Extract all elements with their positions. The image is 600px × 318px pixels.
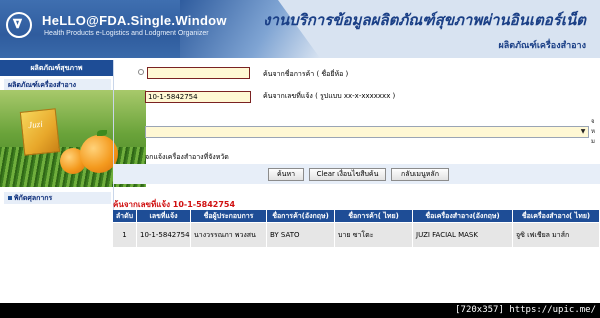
column-header: ชื่อการค้า(อังกฤษ) (267, 210, 335, 222)
search-button[interactable]: ค้นหา (268, 168, 304, 181)
results-table-header: ลำดับ เลขที่แจ้ง ชื่อผู้ประกอบการ ชื่อกา… (113, 210, 599, 222)
sidebar-item-label: ผลิตภัณฑ์เครื่องสำอาง (8, 81, 77, 89)
page-header: 𝛁 HeLLO@FDA.Single.Window Health Product… (0, 0, 600, 58)
fda-logo-mark: 𝛁 (13, 17, 22, 31)
product-box-image: Juzi (19, 108, 61, 156)
row-cosmetic-name-en: JUZI FACIAL MASK (413, 223, 513, 247)
column-header: ชื่อการค้า( ไทย) (335, 210, 413, 222)
page-subtitle: ผลิตภัณฑ์เครื่องสำอาง (498, 40, 586, 50)
column-header: ชื่อเครื่องสำอาง( ไทย) (521, 212, 591, 220)
row-notify-number[interactable]: 10-1-5842754 (137, 223, 191, 247)
trade-name-hint: ค้นจากชื่อการค้า ( ชื่อยี่ห้อ ) (263, 70, 349, 78)
column-header: ลำดับ (113, 210, 137, 222)
right-edge-letter: จ (591, 118, 595, 125)
notify-number-hint: ค้นจากเลขที่แจ้ง ( รูปแบบ xx-x-xxxxxxx ) (263, 92, 396, 100)
row-index: 1 (113, 223, 137, 247)
brand-subtitle: Health Products e-Logistics and Lodgment… (44, 30, 209, 37)
sidebar-divider (113, 60, 114, 210)
brand-title: HeLLO@FDA.Single.Window (42, 13, 227, 28)
main-menu-button[interactable]: กลับเมนูหลัก (391, 168, 449, 181)
trade-name-input[interactable] (147, 67, 250, 79)
footer-watermark: [720x357] https://upic.me/ (455, 305, 596, 315)
clear-conditions-button[interactable]: Clear เงื่อนไขสืบค้น (309, 168, 386, 181)
trade-name-radio[interactable] (138, 69, 144, 75)
column-header: ชื่อผู้ประกอบการ (191, 210, 267, 222)
column-header: เลขที่แจ้ง (137, 210, 191, 222)
chevron-down-icon[interactable]: ▼ (579, 128, 587, 136)
notify-number-input[interactable]: 10-1-5842754 (145, 91, 251, 103)
row-trade-name-th: บาย ซาโตะ (335, 223, 413, 247)
bullet-icon (8, 196, 12, 200)
row-operator: นางวรรณภา พวงสน (191, 223, 267, 247)
sidebar-item-label: พิกัดศุลกากร (14, 194, 53, 202)
leaf-image (97, 130, 107, 136)
column-header: ชื่อเครื่องสำอาง(อังกฤษ) (413, 210, 513, 222)
category-hint: จกแจ้งเครื่องสำอางที่จังหวัด (145, 153, 229, 161)
page-title: งานบริการข้อมูลผลิตภัณฑ์สุขภาพผ่านอินเตอ… (263, 13, 586, 29)
table-row[interactable]: 1 10-1-5842754 นางวรรณภา พวงสน BY SATO บ… (113, 223, 599, 247)
product-box-brand: Juzi (27, 118, 44, 131)
row-trade-name-en: BY SATO (267, 223, 335, 247)
row-cosmetic-name-th: จูซิ เฟเชียล มาส์ก (516, 230, 570, 239)
right-edge-letter: ห (591, 128, 595, 135)
sidebar-heading: ผลิตภัณฑ์สุขภาพ (0, 60, 113, 76)
sidebar-item-customs-tariff[interactable]: พิกัดศุลกากร (4, 192, 111, 204)
category-select[interactable]: ▼ (145, 126, 589, 138)
right-edge-letter: ม (591, 138, 595, 145)
right-edge-text: จ ห ม (591, 117, 595, 147)
